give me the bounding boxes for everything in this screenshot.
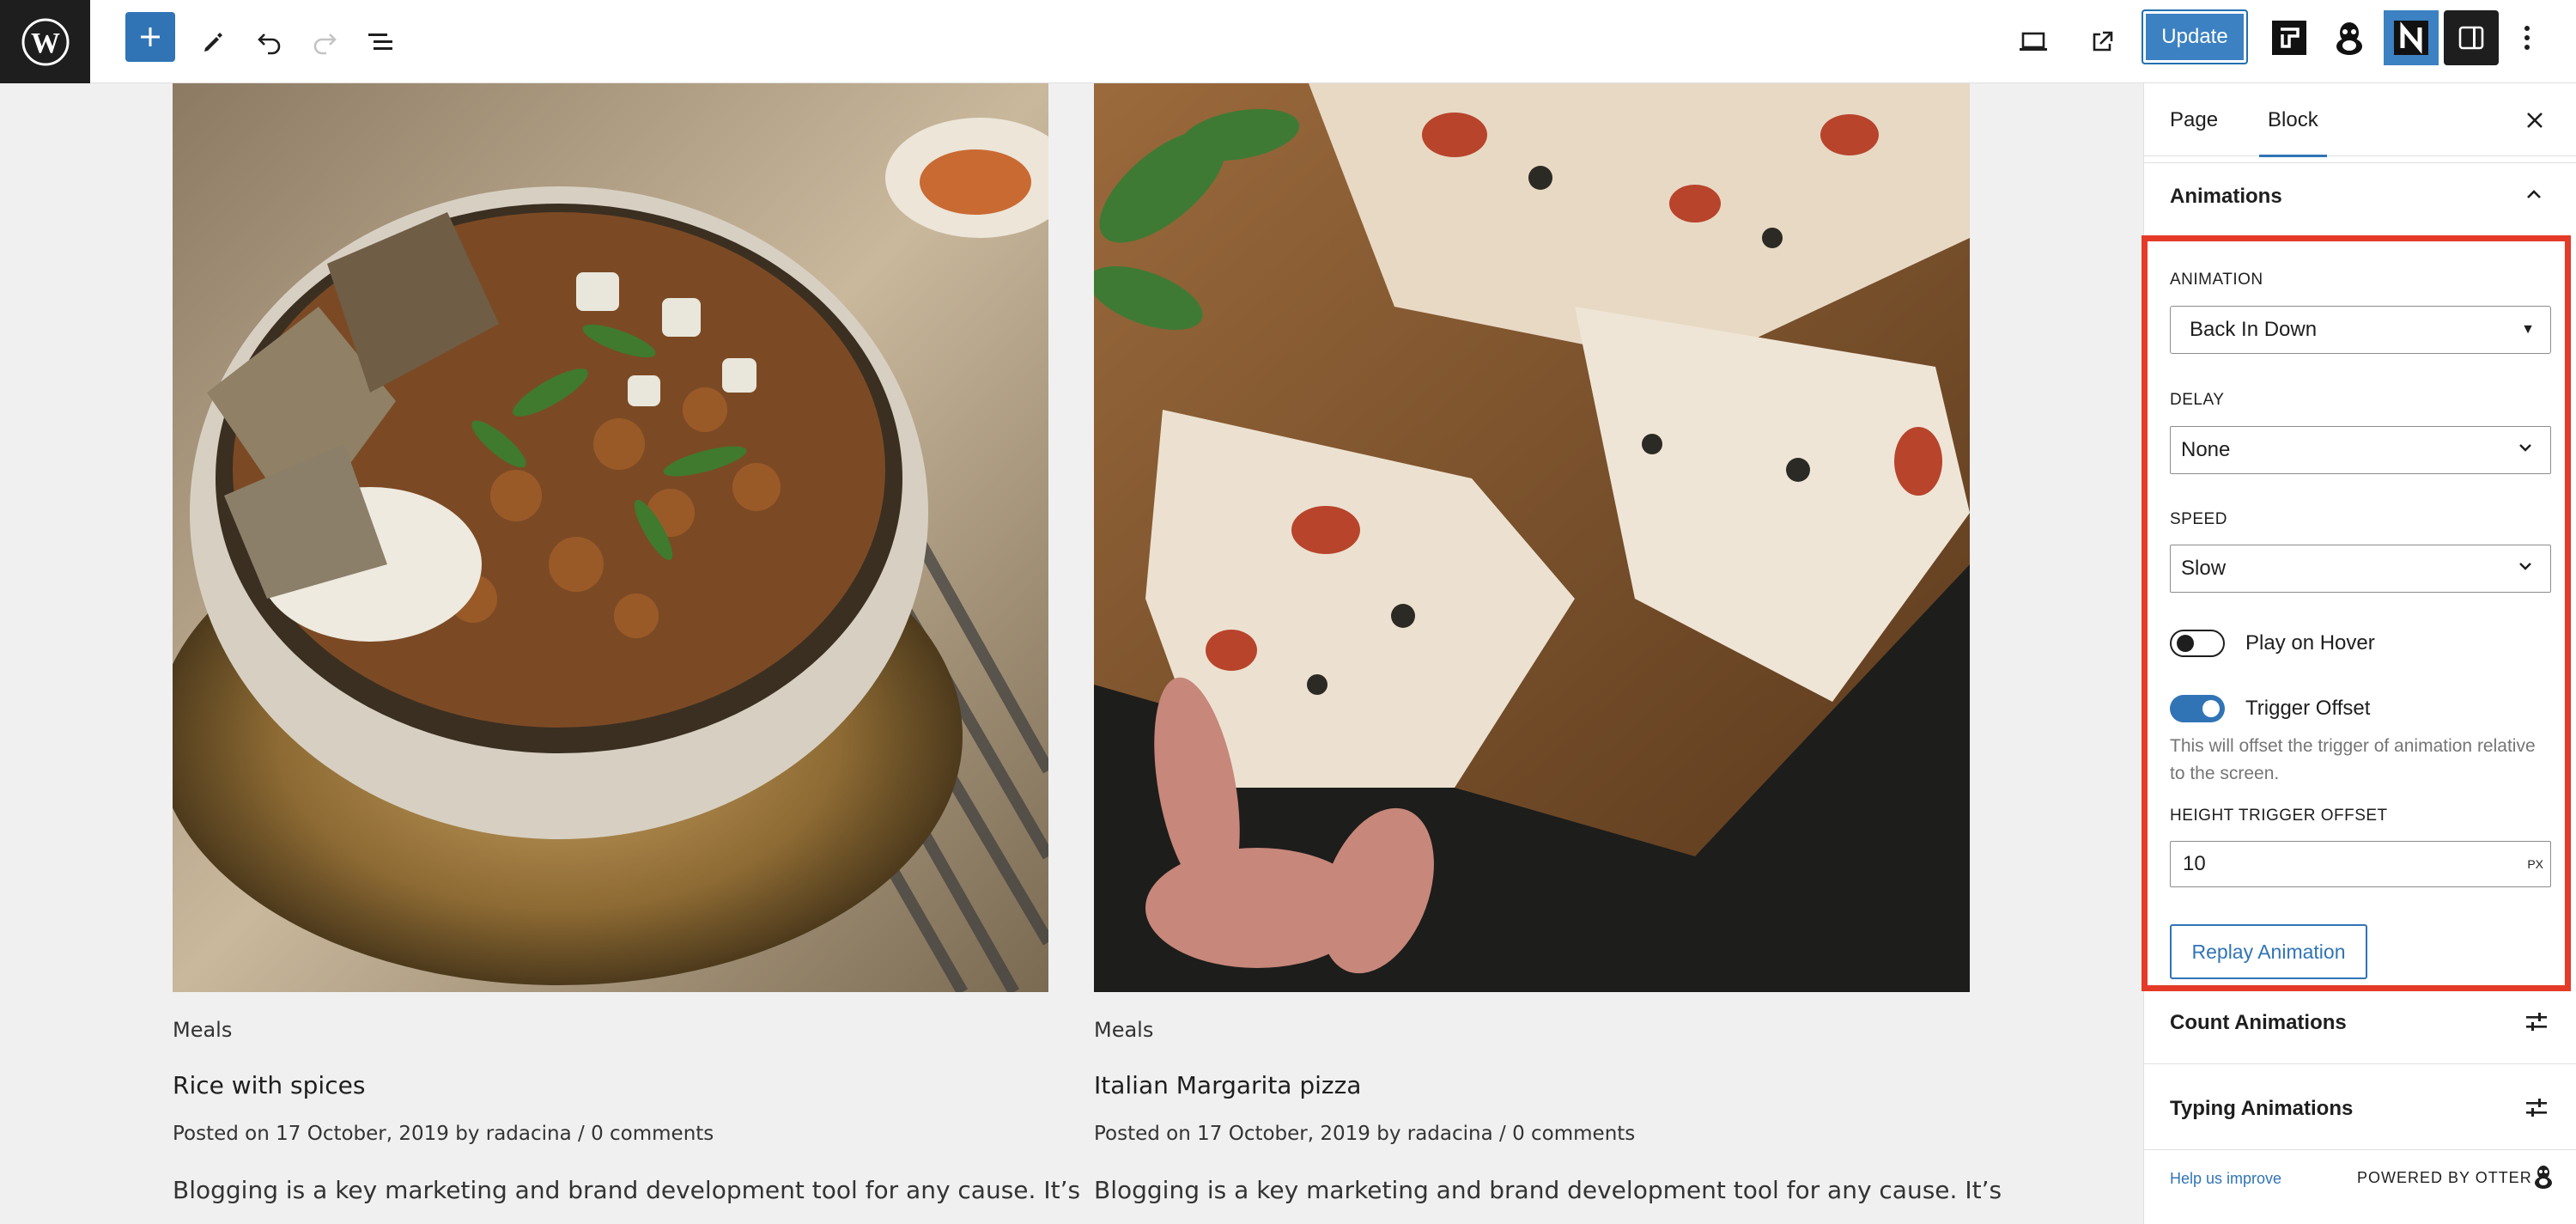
post-image-pizza[interactable]: [1094, 83, 1970, 992]
add-block-button[interactable]: [125, 12, 175, 62]
more-vertical-icon: [2524, 26, 2530, 50]
plugin-logo-icon: [2272, 21, 2306, 55]
redo-button[interactable]: [299, 12, 350, 72]
update-button[interactable]: Update: [2142, 9, 2248, 64]
tab-block[interactable]: Block: [2259, 83, 2327, 157]
animations-panel-title[interactable]: Animations: [2170, 185, 2282, 209]
editor-canvas: Meals Rice with spices Posted on 17 Octo…: [0, 83, 2143, 1224]
sliders-icon[interactable]: [2524, 1009, 2549, 1035]
count-animations-title[interactable]: Count Animations: [2170, 1011, 2347, 1035]
n-plugin-button[interactable]: [2384, 10, 2439, 65]
editor-toolbar: W Update: [0, 0, 2576, 83]
sliders-icon[interactable]: [2524, 1095, 2549, 1121]
post-title[interactable]: Rice with spices: [173, 1071, 365, 1099]
post-excerpt: Blogging is a key marketing and brand de…: [1094, 1176, 2002, 1204]
svg-text:W: W: [31, 27, 60, 59]
options-menu-button[interactable]: [2507, 12, 2547, 64]
post-card: Meals Rice with spices Posted on 17 Octo…: [173, 83, 1080, 1204]
tools-pencil-button[interactable]: [187, 12, 239, 72]
otter-plugin-button[interactable]: [2324, 12, 2375, 64]
laptop-icon: [2020, 32, 2047, 51]
plugin-tools-button[interactable]: [2263, 12, 2315, 64]
redo-icon: [313, 33, 337, 55]
divider: [2144, 1149, 2576, 1150]
divider: [2144, 1063, 2576, 1064]
typing-animations-title[interactable]: Typing Animations: [2170, 1097, 2353, 1121]
otter-icon: [2336, 22, 2362, 55]
undo-icon: [258, 33, 281, 55]
sidebar-tabs: Page Block: [2144, 83, 2576, 157]
post-card: Meals Italian Margarita pizza Posted on …: [1094, 83, 2002, 1204]
sidebar-icon: [2458, 26, 2484, 50]
post-excerpt: Blogging is a key marketing and brand de…: [173, 1176, 1081, 1204]
external-link-icon: [2093, 31, 2113, 52]
post-category[interactable]: Meals: [173, 1018, 232, 1042]
wordpress-logo-icon[interactable]: W: [0, 0, 90, 83]
post-image-rice-bowl[interactable]: [173, 83, 1048, 992]
pencil-icon: [204, 33, 222, 52]
plus-icon: [141, 27, 160, 46]
close-sidebar-button[interactable]: [2515, 100, 2555, 140]
post-meta: Posted on 17 October, 2019 by radacina /…: [173, 1123, 714, 1145]
chevron-up-icon[interactable]: [2524, 185, 2544, 205]
otter-icon: [2535, 1166, 2552, 1189]
post-title[interactable]: Italian Margarita pizza: [1094, 1071, 1361, 1099]
help-improve-link[interactable]: Help us improve: [2170, 1170, 2281, 1188]
preview-device-button[interactable]: [2008, 12, 2059, 72]
highlight-frame: [2142, 235, 2571, 991]
divider: [2144, 162, 2576, 163]
undo-button[interactable]: [244, 12, 295, 72]
tab-page[interactable]: Page: [2170, 83, 2218, 156]
view-page-button[interactable]: [2076, 12, 2128, 72]
list-view-icon: [368, 33, 392, 50]
close-icon: [2527, 113, 2543, 128]
post-category[interactable]: Meals: [1094, 1018, 1153, 1042]
document-overview-button[interactable]: [355, 12, 407, 72]
powered-by-otter: POWERED BY OTTER: [2357, 1169, 2532, 1186]
post-meta: Posted on 17 October, 2019 by radacina /…: [1094, 1123, 1636, 1145]
settings-sidebar-toggle[interactable]: [2444, 10, 2499, 65]
n-logo-icon: [2394, 21, 2428, 55]
